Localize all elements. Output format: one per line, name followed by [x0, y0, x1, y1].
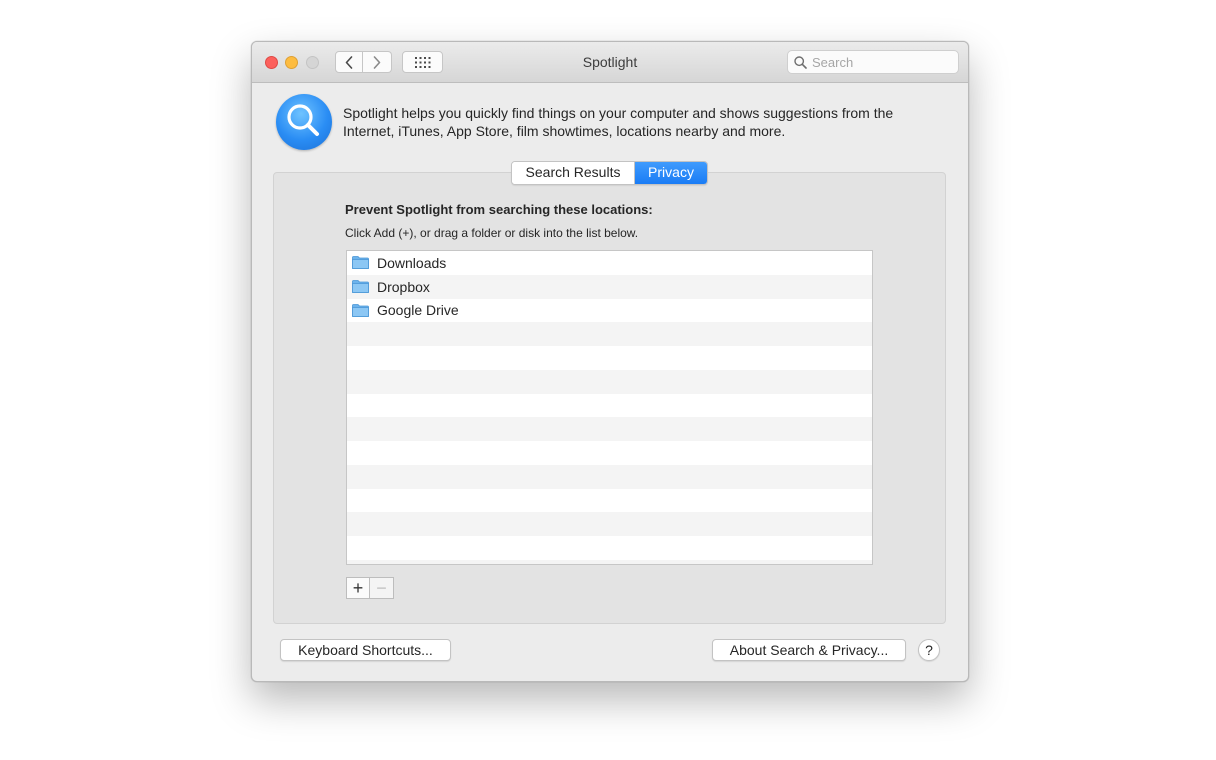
search-field[interactable] [787, 50, 959, 74]
about-search-privacy-button[interactable]: About Search & Privacy... [712, 639, 906, 661]
keyboard-shortcuts-button[interactable]: Keyboard Shortcuts... [280, 639, 451, 661]
help-button[interactable]: ? [918, 639, 940, 661]
magnifier-glyph-icon [287, 104, 319, 136]
search-input[interactable] [812, 53, 952, 71]
tab-privacy[interactable]: Privacy [635, 162, 707, 184]
system-preferences-window: Spotlight Spotlight helps you quickly fi… [251, 41, 969, 682]
empty-row [347, 489, 872, 513]
search-icon [794, 56, 807, 69]
empty-row [347, 559, 872, 564]
empty-row [347, 536, 872, 560]
add-remove-buttons: + − [346, 577, 394, 599]
privacy-heading: Prevent Spotlight from searching these l… [345, 202, 653, 217]
empty-row [347, 369, 872, 394]
list-item[interactable]: Google Drive [347, 299, 872, 323]
tab-search-results[interactable]: Search Results [512, 162, 635, 184]
folder-icon [352, 256, 369, 270]
spotlight-magnifier-icon [276, 94, 332, 150]
list-item[interactable]: Dropbox [347, 274, 872, 299]
empty-row [347, 441, 872, 465]
empty-row [347, 512, 872, 536]
add-location-button[interactable]: + [346, 577, 370, 599]
location-name: Google Drive [377, 302, 459, 319]
location-name: Dropbox [377, 278, 430, 295]
spotlight-description: Spotlight helps you quickly find things … [343, 105, 894, 139]
location-name: Downloads [377, 254, 447, 271]
empty-row [347, 464, 872, 489]
empty-row [347, 322, 872, 346]
empty-row [347, 417, 872, 441]
title-bar: Spotlight [252, 42, 968, 83]
privacy-instructions: Click Add (+), or drag a folder or disk … [345, 226, 639, 240]
remove-location-button: − [370, 577, 394, 599]
empty-row [347, 346, 872, 370]
excluded-locations-list[interactable]: Downloads Dropbox Google Drive [346, 250, 873, 565]
empty-row [347, 394, 872, 418]
folder-icon [352, 303, 369, 317]
tab-bar: Search Results Privacy [511, 161, 708, 185]
folder-icon [352, 280, 369, 294]
list-item[interactable]: Downloads [347, 251, 872, 275]
